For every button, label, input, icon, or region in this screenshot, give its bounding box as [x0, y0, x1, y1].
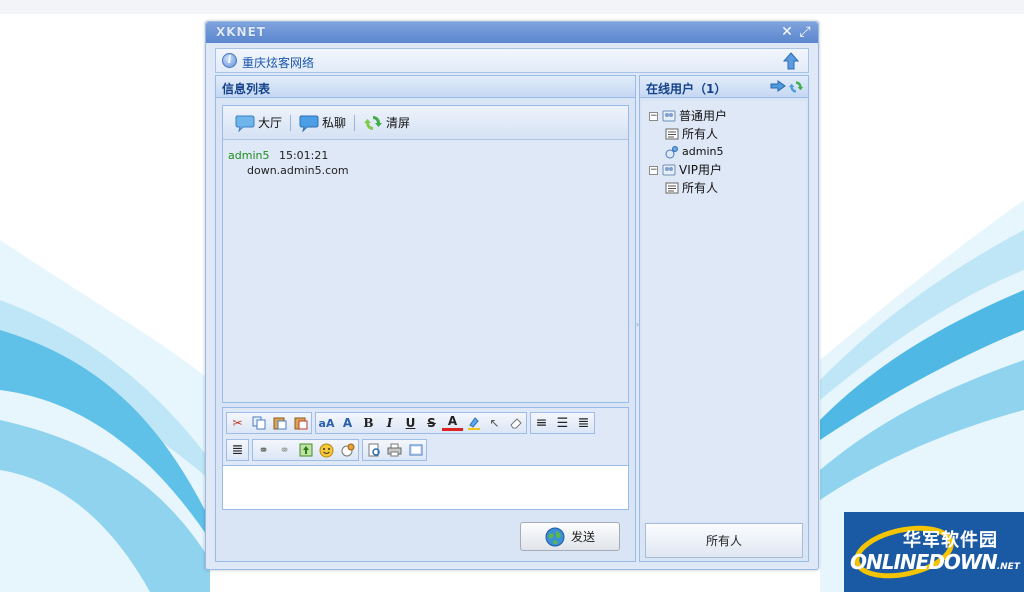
underline-icon[interactable]: U	[400, 413, 421, 433]
outdent-icon[interactable]: ≣	[227, 440, 248, 460]
unlink-icon[interactable]: ⚭	[274, 440, 295, 460]
online-users-header: 在线用户（1）	[640, 76, 808, 98]
font-size-icon[interactable]: A	[337, 413, 358, 433]
clear-screen-label: 清屏	[386, 116, 411, 130]
clear-screen-button[interactable]: 清屏	[359, 113, 414, 133]
emoticon-icon[interactable]	[316, 440, 337, 460]
clipboard-group: ✂	[226, 412, 312, 434]
image-upload-icon[interactable]	[295, 440, 316, 460]
collapse-icon[interactable]: −	[649, 111, 658, 121]
message-input[interactable]	[223, 465, 628, 509]
paste-text-icon[interactable]	[290, 413, 311, 433]
tree-item-label: 所有人	[682, 181, 719, 195]
cut-icon[interactable]: ✂	[227, 413, 248, 433]
message-body: down.admin5.com	[247, 164, 349, 177]
message-toolbar: 大厅 私聊 清屏	[223, 106, 628, 140]
chat-bubble-icon	[299, 115, 319, 132]
refresh-icon[interactable]	[788, 79, 804, 95]
message-time: 15:01:21	[278, 149, 329, 162]
highlight-color-icon[interactable]	[463, 413, 484, 433]
app-logo: XKNET	[216, 25, 266, 39]
tree-item-user[interactable]: admin5	[649, 143, 806, 161]
tree-item-everyone[interactable]: 所有人	[649, 125, 806, 143]
align-left-icon[interactable]: ≡	[531, 413, 552, 433]
tab-private[interactable]: 私聊	[295, 114, 350, 132]
link-icon[interactable]: ⚭	[253, 440, 274, 460]
outdent-group: ≣	[226, 439, 249, 461]
watermark-logo: 华军软件园 ONLINEDOWN.NET	[844, 512, 1024, 592]
tree-group-vip[interactable]: − VIP用户	[649, 161, 806, 179]
tree-item-label: admin5	[682, 145, 724, 158]
message-list: admin5 15:01:21 down.admin5.com	[223, 140, 628, 186]
window-titlebar[interactable]: XKNET ✕ ⤢	[206, 22, 818, 43]
font-color-icon[interactable]: A	[442, 413, 463, 431]
paragraph-group: ≡ ☰ ≣	[530, 412, 595, 434]
preview-icon[interactable]	[363, 440, 384, 460]
print-icon[interactable]	[384, 440, 405, 460]
toolbar-divider	[354, 114, 356, 131]
tree-group-normal[interactable]: − 普通用户	[649, 107, 806, 125]
tree-item-everyone[interactable]: 所有人	[649, 179, 806, 197]
fullscreen-icon[interactable]	[405, 440, 426, 460]
tab-private-label: 私聊	[322, 116, 347, 130]
copy-icon[interactable]	[248, 413, 269, 433]
tab-hall[interactable]: 大厅	[231, 114, 286, 132]
paste-icon[interactable]	[269, 413, 290, 433]
message-user[interactable]: admin5	[228, 149, 269, 162]
strikethrough-icon[interactable]: S	[421, 413, 442, 433]
format-group: aA A B I U S A ↖	[315, 412, 527, 434]
online-users-panel: 在线用户（1） − 普通用户 所有人 admin5 − VIP用户 所有人 所有…	[639, 75, 809, 562]
tree-item-label: 所有人	[682, 127, 719, 141]
send-label: 发送	[570, 530, 595, 544]
group-icon	[662, 164, 676, 176]
online-users-title: 在线用户（1）	[646, 82, 727, 96]
target-everyone-button[interactable]: 所有人	[645, 523, 803, 558]
bullet-list-icon[interactable]: ☰	[552, 413, 573, 433]
maximize-icon[interactable]: ⤢	[797, 24, 813, 40]
info-bar: i 重庆炫客网络	[215, 48, 809, 73]
list-item: admin5 15:01:21 down.admin5.com	[228, 148, 623, 178]
list-icon	[665, 182, 679, 194]
pointer-icon[interactable]: ↖	[484, 413, 505, 433]
message-panel: 信息列表 大厅 私聊 清屏 admin5 15:01:21 down.admin…	[215, 75, 636, 562]
close-icon[interactable]: ✕	[779, 24, 795, 40]
info-text: 重庆炫客网络	[242, 56, 315, 70]
editor-toolbar-row-1: ✂ aA A B I U S A ↖ ≡ ☰ ≣	[223, 410, 628, 436]
message-panel-title: 信息列表	[216, 76, 635, 98]
document-group	[362, 439, 427, 461]
watermark-en-main: ONLINEDOWN	[850, 550, 998, 574]
tab-hall-label: 大厅	[258, 116, 283, 130]
italic-icon[interactable]: I	[379, 413, 400, 433]
bold-icon[interactable]: B	[358, 413, 379, 433]
toolbar-divider	[290, 114, 292, 131]
up-arrow-icon[interactable]	[783, 52, 799, 70]
eraser-icon[interactable]	[505, 413, 526, 433]
chat-window: XKNET ✕ ⤢ i 重庆炫客网络 信息列表 大厅 私聊 清屏 admin5 …	[205, 21, 819, 570]
user-tree: − 普通用户 所有人 admin5 − VIP用户 所有人	[642, 101, 806, 521]
chat-bubble-icon	[235, 115, 255, 132]
font-icon[interactable]: aA	[316, 413, 337, 433]
list-icon	[665, 128, 679, 140]
globe-icon	[545, 527, 565, 546]
flash-icon[interactable]	[337, 440, 358, 460]
refresh-icon	[364, 115, 383, 130]
forward-arrow-icon[interactable]	[770, 79, 786, 93]
user-icon	[665, 146, 678, 159]
group-icon	[662, 110, 676, 122]
collapse-icon[interactable]: −	[649, 165, 658, 175]
info-icon: i	[222, 53, 237, 68]
watermark-en-suffix: .NET	[996, 562, 1020, 572]
tree-group-label: VIP用户	[679, 163, 722, 177]
message-box: 大厅 私聊 清屏 admin5 15:01:21 down.admin5.com	[222, 105, 629, 403]
editor-toolbar-row-2: ≣ ⚭ ⚭	[223, 437, 628, 463]
send-button[interactable]: 发送	[520, 522, 620, 551]
tree-group-label: 普通用户	[679, 109, 728, 123]
indent-icon[interactable]: ≣	[573, 413, 594, 433]
online-users-tools	[770, 79, 804, 95]
message-editor: ✂ aA A B I U S A ↖ ≡ ☰ ≣ ≣ ⚭ ⚭	[222, 407, 629, 510]
watermark-en: ONLINEDOWN.NET	[850, 550, 1020, 574]
insert-group: ⚭ ⚭	[252, 439, 359, 461]
watermark-cn: 华军软件园	[903, 530, 998, 551]
